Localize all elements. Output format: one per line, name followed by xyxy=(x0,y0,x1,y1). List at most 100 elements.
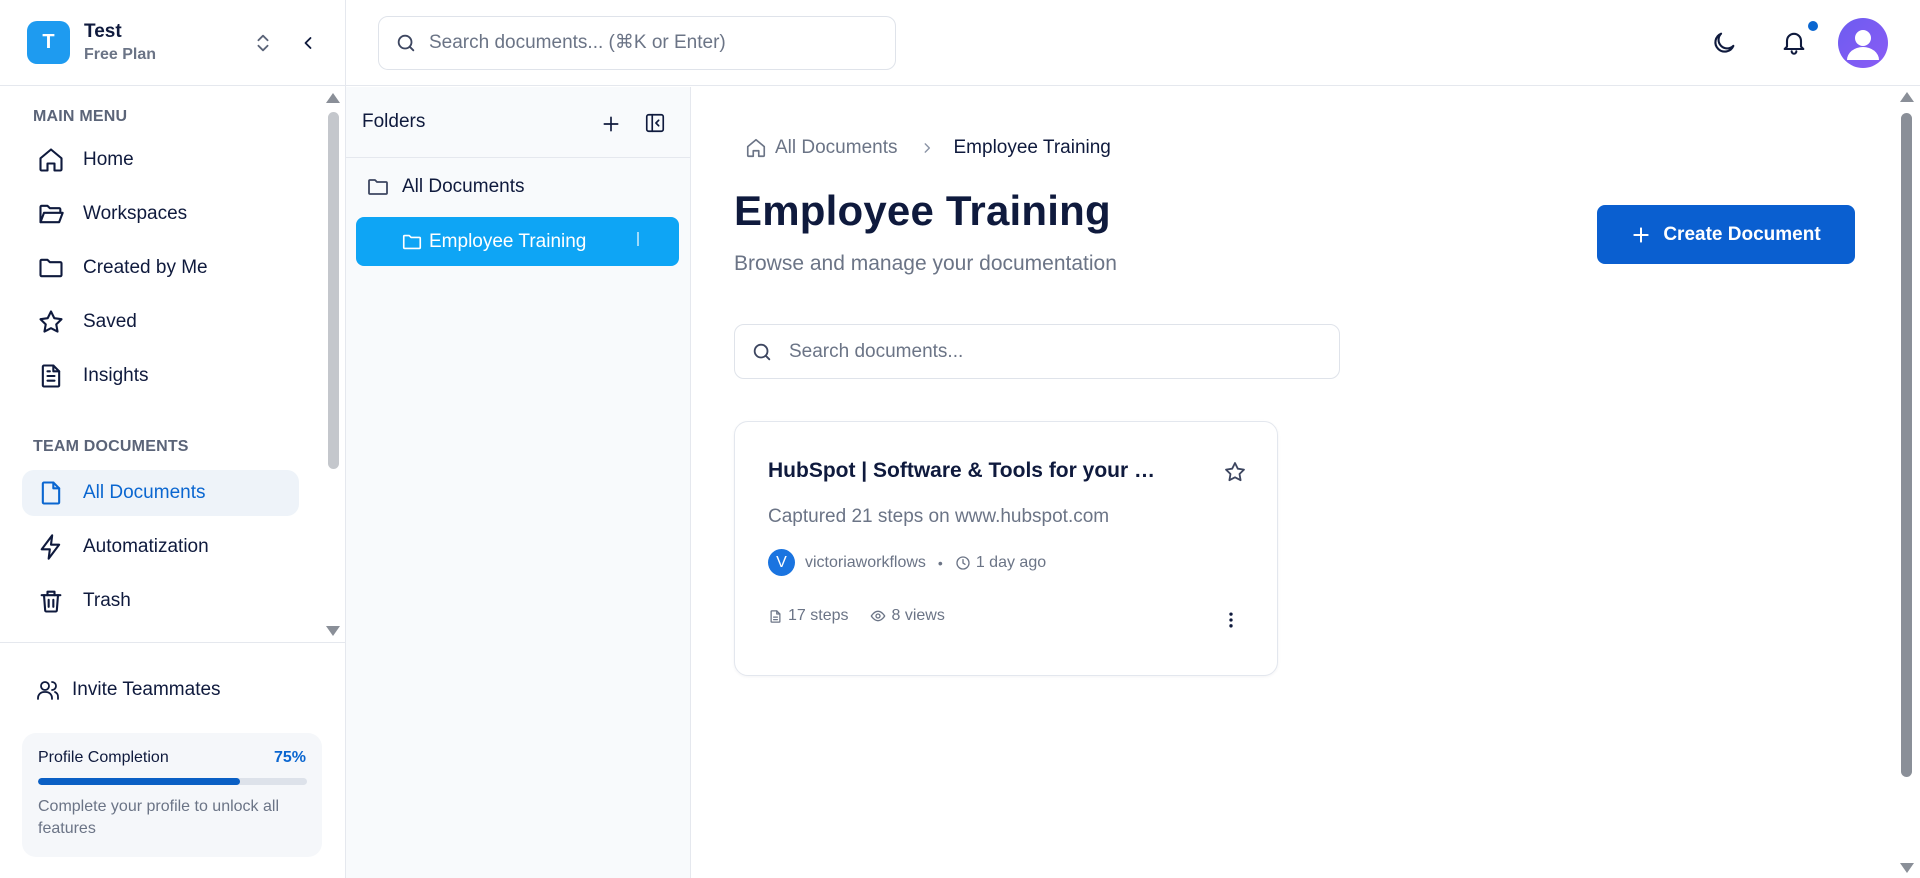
sidebar-item-label: Automatization xyxy=(83,536,209,557)
page-title: Employee Training xyxy=(734,187,1111,234)
folder-icon xyxy=(401,231,429,253)
app-root: T Test Free Plan MAIN MENU Home Workspac… xyxy=(0,0,1920,878)
more-options-icon[interactable] xyxy=(1221,610,1241,630)
folder-item-all-documents[interactable]: All Documents xyxy=(366,175,525,199)
breadcrumb: All Documents Employee Training xyxy=(745,137,1111,159)
sidebar-item-label: All Documents xyxy=(83,482,206,503)
workspace-name: Test xyxy=(84,21,122,42)
author-avatar: V xyxy=(768,549,795,576)
document-time-label: 1 day ago xyxy=(975,553,1047,571)
sidebar-item-workspaces[interactable]: Workspaces xyxy=(22,191,299,237)
sidebar-item-label: Created by Me xyxy=(83,257,208,278)
workspace-switcher[interactable]: T Test Free Plan xyxy=(0,0,345,86)
profile-progress-fill xyxy=(38,778,240,785)
star-icon xyxy=(37,308,83,336)
workspace-info: Test Free Plan xyxy=(84,21,156,64)
document-icon xyxy=(768,609,788,624)
panel-collapse-icon[interactable] xyxy=(644,112,666,134)
folder-icon xyxy=(37,254,83,282)
document-views: 8 views xyxy=(870,607,945,625)
team-documents-title: TEAM DOCUMENTS xyxy=(33,438,189,455)
create-document-button[interactable]: Create Document xyxy=(1597,205,1855,264)
trash-icon xyxy=(37,587,83,615)
sidebar-item-label: Saved xyxy=(83,311,137,332)
main-content: All Documents Employee Training Employee… xyxy=(691,87,1920,878)
document-meta: V victoriaworkflows • 1 day ago xyxy=(768,549,1046,576)
home-icon xyxy=(37,146,83,174)
search-icon xyxy=(395,32,417,54)
folder-item-employee-training[interactable]: Employee Training xyxy=(356,217,679,266)
profile-completion-card[interactable]: Profile Completion 75% Complete your pro… xyxy=(22,733,322,857)
document-steps-label: 17 steps xyxy=(788,607,849,624)
document-steps: 17 steps xyxy=(768,607,848,625)
sidebar-item-created-by-me[interactable]: Created by Me xyxy=(22,245,299,291)
eye-icon xyxy=(870,608,891,624)
sidebar-item-trash[interactable]: Trash xyxy=(22,578,299,624)
global-search-box[interactable] xyxy=(378,16,896,70)
sidebar-item-all-documents[interactable]: All Documents xyxy=(22,470,299,516)
document-search-box[interactable] xyxy=(734,324,1340,379)
folder-open-icon xyxy=(37,200,83,228)
scroll-down-arrow-icon[interactable] xyxy=(326,626,340,636)
sidebar-item-label: Insights xyxy=(83,365,149,386)
workspace-plan: Free Plan xyxy=(84,46,157,63)
invite-label: Invite Teammates xyxy=(72,679,221,700)
document-icon xyxy=(37,362,83,390)
folder-icon xyxy=(366,175,402,199)
search-icon xyxy=(751,341,773,363)
bell-icon[interactable] xyxy=(1780,28,1808,56)
profile-completion-title: Profile Completion xyxy=(38,749,169,766)
document-views-label: 8 views xyxy=(891,607,945,624)
folders-panel: Folders All Documents Employee Training xyxy=(346,87,691,878)
folders-title: Folders xyxy=(362,111,426,132)
sidebar: T Test Free Plan MAIN MENU Home Workspac… xyxy=(0,0,346,878)
author-name: victoriaworkflows xyxy=(805,553,926,571)
chevron-right-icon xyxy=(920,140,934,156)
sidebar-item-automatization[interactable]: Automatization xyxy=(22,524,299,570)
scroll-down-arrow-icon[interactable] xyxy=(1900,863,1914,873)
sidebar-scrollbar-thumb[interactable] xyxy=(328,112,339,469)
folder-label: Employee Training xyxy=(429,230,587,252)
document-card[interactable]: HubSpot | Software & Tools for your Busi… xyxy=(734,421,1278,676)
moon-icon[interactable] xyxy=(1710,29,1738,57)
workspace-avatar: T xyxy=(27,21,70,64)
clock-icon xyxy=(955,555,976,571)
invite-teammates-button[interactable]: Invite Teammates xyxy=(36,678,221,702)
document-description: Captured 21 steps on www.hubspot.com xyxy=(768,506,1110,527)
meta-separator: • xyxy=(937,554,943,571)
chevron-left-icon[interactable] xyxy=(298,32,318,54)
create-document-label: Create Document xyxy=(1663,223,1821,245)
notification-dot xyxy=(1808,21,1818,31)
document-title[interactable]: HubSpot | Software & Tools for your Busi… xyxy=(768,459,1168,483)
sidebar-item-label: Home xyxy=(83,149,134,170)
scroll-up-arrow-icon[interactable] xyxy=(326,93,340,103)
user-avatar[interactable] xyxy=(1838,18,1888,68)
file-icon xyxy=(37,479,83,507)
users-icon xyxy=(36,678,72,702)
breadcrumb-current: Employee Training xyxy=(953,137,1111,158)
lightning-icon xyxy=(37,533,83,561)
breadcrumb-root[interactable]: All Documents xyxy=(745,137,898,159)
sidebar-item-home[interactable]: Home xyxy=(22,137,299,183)
sidebar-item-insights[interactable]: Insights xyxy=(22,353,299,399)
chevron-up-down-icon[interactable] xyxy=(252,32,274,54)
document-search-input[interactable] xyxy=(789,340,1309,363)
scroll-up-arrow-icon[interactable] xyxy=(1900,92,1914,102)
folder-label: All Documents xyxy=(402,176,525,197)
drag-handle[interactable] xyxy=(637,232,639,246)
plus-icon[interactable] xyxy=(601,114,621,134)
sidebar-nav: MAIN MENU Home Workspaces Created by Me … xyxy=(0,87,345,642)
main-menu-title: MAIN MENU xyxy=(33,108,128,125)
main-scrollbar-thumb[interactable] xyxy=(1901,113,1912,777)
folders-header: Folders xyxy=(346,87,690,158)
profile-completion-percent: 75% xyxy=(273,749,306,766)
page-subtitle: Browse and manage your documentation xyxy=(734,252,1117,275)
global-search-input[interactable] xyxy=(429,32,869,54)
home-icon xyxy=(745,137,775,159)
star-icon[interactable] xyxy=(1223,460,1247,484)
sidebar-item-saved[interactable]: Saved xyxy=(22,299,299,345)
breadcrumb-root-label: All Documents xyxy=(775,137,898,158)
sidebar-item-label: Workspaces xyxy=(83,203,188,224)
sidebar-item-label: Trash xyxy=(83,590,131,611)
top-bar xyxy=(346,0,1920,86)
